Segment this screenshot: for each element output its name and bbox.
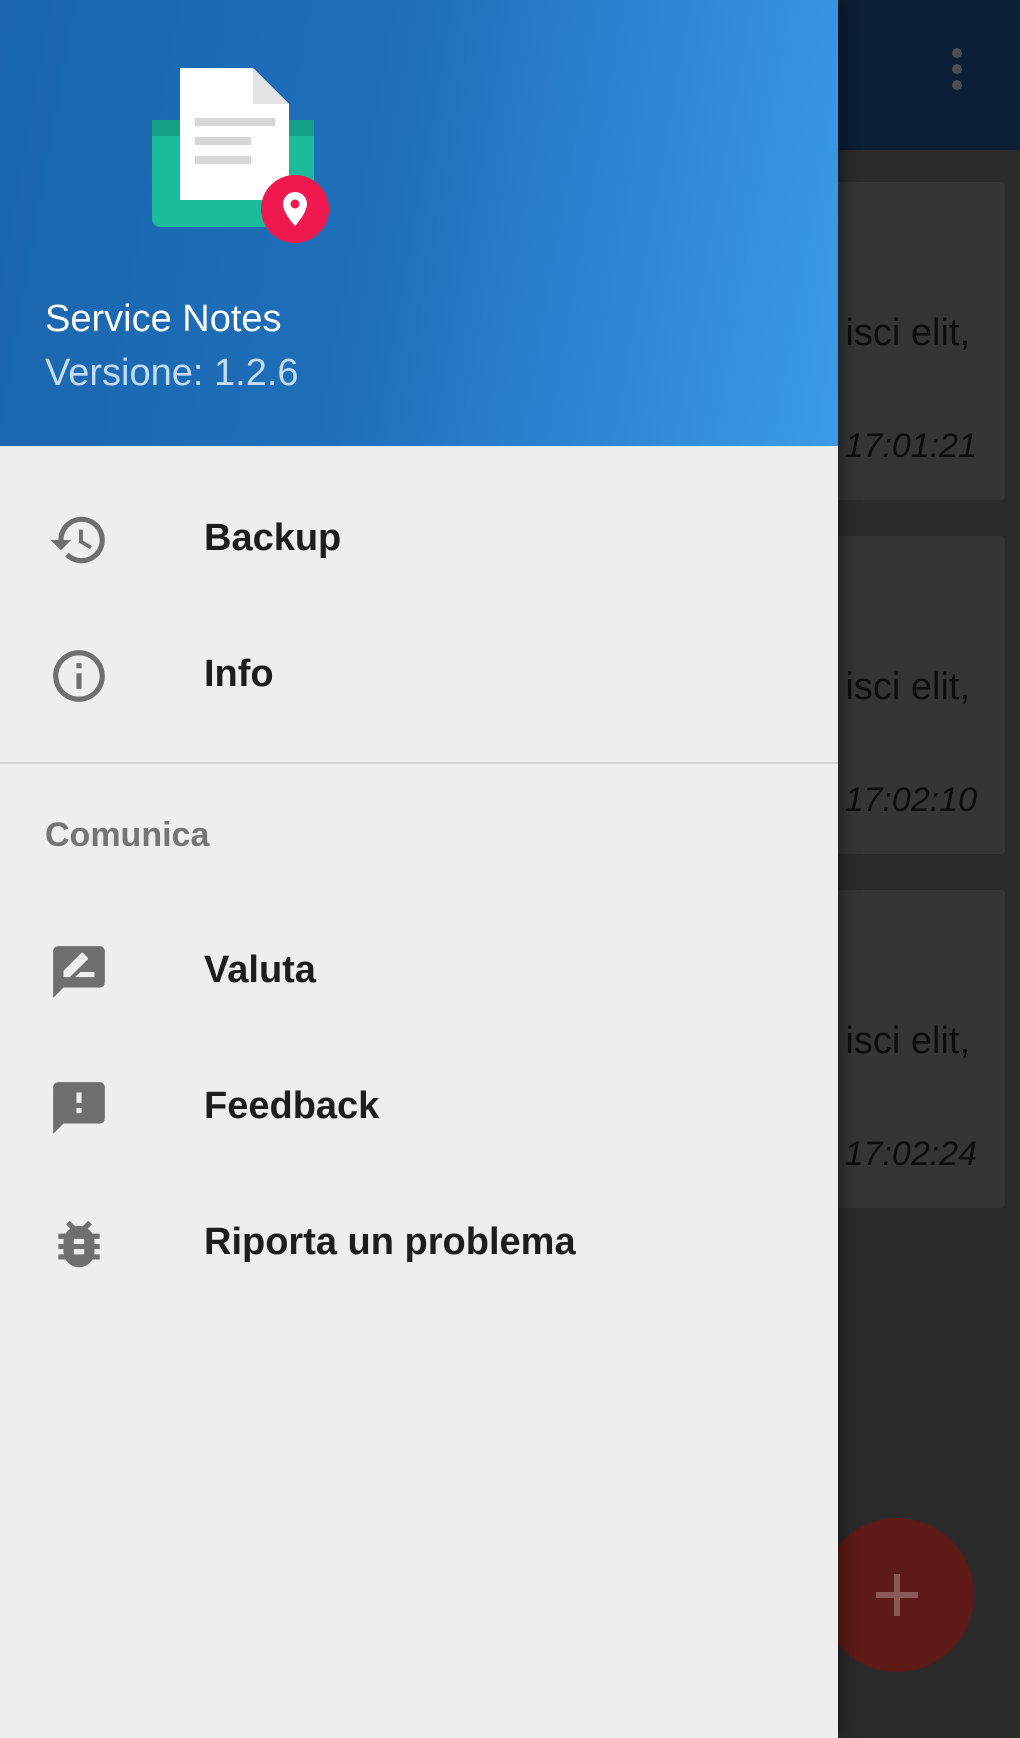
note-time: 17:01:21 [844, 427, 977, 465]
menu-item-label: Info [204, 653, 274, 695]
note-text: isci elit, [845, 666, 970, 708]
menu-item-feedback[interactable]: Feedback [0, 1040, 838, 1170]
menu-item-report-bug[interactable]: Riporta un problema [0, 1176, 838, 1306]
menu-item-info[interactable]: Info [0, 608, 838, 738]
note-card[interactable]: isci elit, 17:02:10 [820, 536, 1005, 854]
menu-divider [0, 762, 838, 764]
info-icon [53, 650, 105, 702]
more-vert-icon[interactable] [950, 48, 964, 96]
menu-item-label: Riporta un problema [204, 1221, 576, 1263]
menu-item-backup[interactable]: Backup [0, 472, 838, 602]
feedback-icon [53, 1082, 105, 1134]
app-version: Versione: 1.2.6 [45, 352, 299, 394]
menu-item-label: Valuta [204, 949, 316, 991]
section-title: Comunica [45, 816, 210, 854]
menu-item-label: Backup [204, 517, 342, 559]
note-card[interactable]: isci elit, 17:02:24 [820, 890, 1005, 1208]
navigation-drawer: Service Notes Versione: 1.2.6 Backup Inf… [0, 0, 838, 1738]
drawer-header: Service Notes Versione: 1.2.6 [0, 0, 838, 446]
bug-report-icon [58, 1220, 100, 1268]
menu-item-rate[interactable]: Valuta [0, 904, 838, 1034]
rate-review-icon [53, 946, 105, 998]
note-text: isci elit, [845, 312, 970, 354]
notes-location-logo [152, 68, 329, 243]
menu-item-label: Feedback [204, 1085, 380, 1127]
app-name: Service Notes [45, 298, 282, 340]
note-time: 17:02:24 [844, 1135, 977, 1173]
note-text: isci elit, [845, 1020, 970, 1062]
note-card[interactable]: isci elit, 17:01:21 [820, 182, 1005, 500]
plus-icon [876, 1574, 918, 1616]
history-icon [50, 516, 105, 564]
add-note-button[interactable] [820, 1518, 974, 1672]
note-time: 17:02:10 [844, 781, 977, 819]
